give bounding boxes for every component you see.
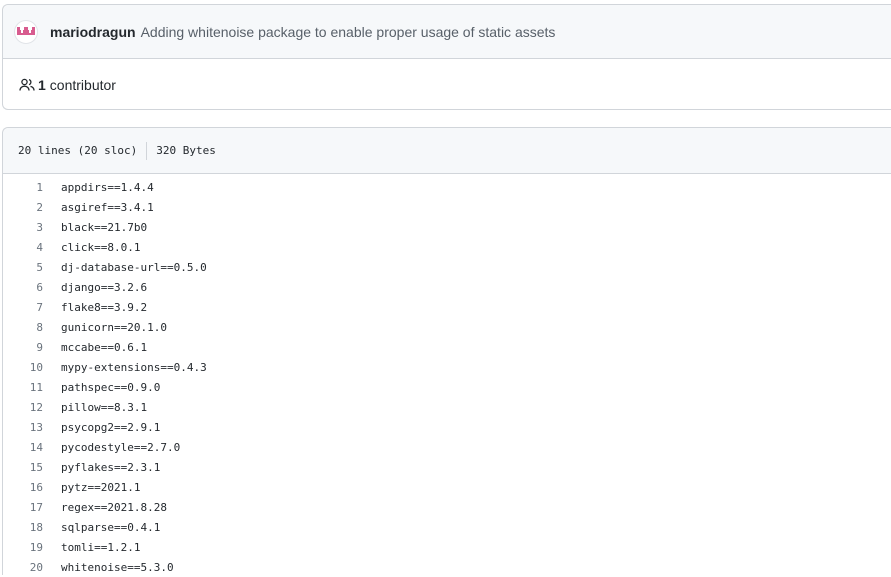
line-content: sqlparse==0.4.1 [61,520,161,534]
line-content: gunicorn==20.1.0 [61,320,167,334]
divider [146,141,148,160]
code-line: 14 pycodestyle==2.7.0 [3,437,891,457]
line-number[interactable]: 2 [3,201,61,214]
line-number[interactable]: 1 [3,181,61,194]
contributor-label: contributor [49,77,116,93]
avatar[interactable] [14,19,38,44]
line-content: whitenoise==5.3.0 [61,560,174,574]
code-line: 5 dj-database-url==0.5.0 [3,257,891,277]
line-content: appdirs==1.4.4 [61,180,154,194]
contributors-row[interactable]: 1 contributor [3,59,891,111]
code-line: 20 whitenoise==5.3.0 [3,557,891,577]
line-content: django==3.2.6 [61,280,148,294]
code-table: 1 appdirs==1.4.4 2 asgiref==3.4.1 3 black==21… [3,174,891,577]
code-line: 12 pillow==8.3.1 [3,397,891,417]
people-icon [19,78,35,91]
line-number[interactable]: 8 [3,321,61,334]
line-content: pycodestyle==2.7.0 [61,440,181,454]
line-content: pyflakes==2.3.1 [61,460,161,474]
contributor-count: 1 [38,77,46,93]
line-content: black==21.7b0 [61,220,148,234]
line-number[interactable]: 7 [3,301,61,314]
line-number[interactable]: 20 [3,561,61,574]
line-number[interactable]: 4 [3,241,61,254]
line-number[interactable]: 13 [3,421,61,434]
code-line: 6 django==3.2.6 [3,277,891,297]
code-line: 2 asgiref==3.4.1 [3,197,891,217]
line-content: tomli==1.2.1 [61,540,141,554]
line-number[interactable]: 6 [3,281,61,294]
line-content: click==8.0.1 [61,240,141,254]
line-content: regex==2021.8.28 [61,500,167,514]
line-content: pathspec==0.9.0 [61,380,161,394]
line-content: psycopg2==2.9.1 [61,420,161,434]
line-number[interactable]: 12 [3,401,61,414]
line-number[interactable]: 17 [3,501,61,514]
identicon-icon [17,26,35,35]
file-view: 20 lines (20 sloc) 320 Bytes 1 appdirs==1… [2,127,891,575]
line-content: pytz==2021.1 [61,480,141,494]
code-line: 10 mypy-extensions==0.4.3 [3,357,891,377]
code-line: 9 mccabe==0.6.1 [3,337,891,357]
file-lines-info: 20 lines (20 sloc) [18,144,138,157]
line-content: mccabe==0.6.1 [61,340,148,354]
commit-author-link[interactable]: mariodragun [50,24,136,40]
commit-header: mariodragun Adding whitenoise package to… [3,5,891,59]
code-line: 17 regex==2021.8.28 [3,497,891,517]
code-line: 16 pytz==2021.1 [3,477,891,497]
line-content: pillow==8.3.1 [61,400,148,414]
commit-message-link[interactable]: Adding whitenoise package to enable prop… [141,24,556,40]
line-number[interactable]: 11 [3,381,61,394]
line-content: mypy-extensions==0.4.3 [61,360,207,374]
line-content: dj-database-url==0.5.0 [61,260,207,274]
line-number[interactable]: 10 [3,361,61,374]
code-line: 15 pyflakes==2.3.1 [3,457,891,477]
code-line: 1 appdirs==1.4.4 [3,177,891,197]
line-number[interactable]: 16 [3,481,61,494]
code-line: 19 tomli==1.2.1 [3,537,891,557]
line-number[interactable]: 14 [3,441,61,454]
line-content: flake8==3.9.2 [61,300,148,314]
line-number[interactable]: 3 [3,221,61,234]
latest-commit-box: mariodragun Adding whitenoise package to… [2,4,891,110]
file-size: 320 Bytes [156,144,216,157]
code-line: 8 gunicorn==20.1.0 [3,317,891,337]
code-line: 7 flake8==3.9.2 [3,297,891,317]
line-content: asgiref==3.4.1 [61,200,154,214]
line-number[interactable]: 5 [3,261,61,274]
line-number[interactable]: 19 [3,541,61,554]
code-line: 3 black==21.7b0 [3,217,891,237]
line-number[interactable]: 15 [3,461,61,474]
code-line: 18 sqlparse==0.4.1 [3,517,891,537]
code-line: 13 psycopg2==2.9.1 [3,417,891,437]
line-number[interactable]: 18 [3,521,61,534]
code-line: 4 click==8.0.1 [3,237,891,257]
code-line: 11 pathspec==0.9.0 [3,377,891,397]
file-info-header: 20 lines (20 sloc) 320 Bytes [3,128,891,174]
line-number[interactable]: 9 [3,341,61,354]
